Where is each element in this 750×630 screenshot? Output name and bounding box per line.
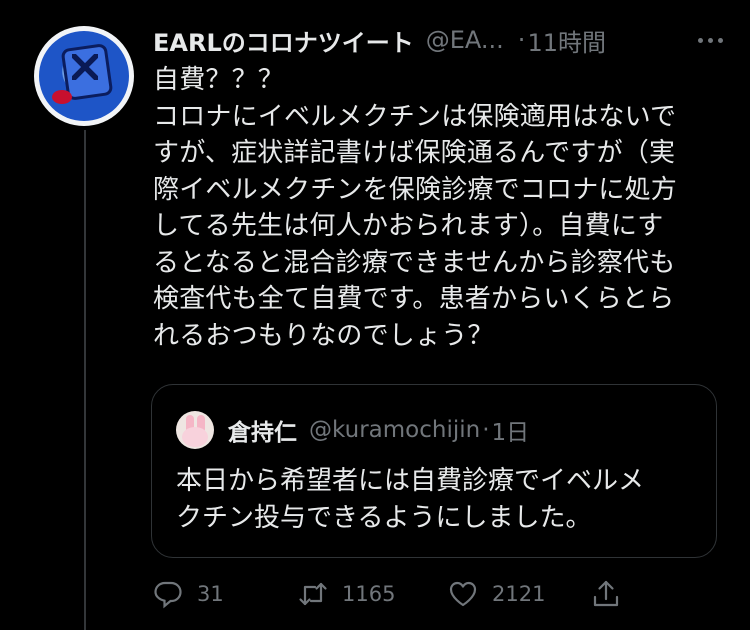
like-button[interactable]: 2121: [448, 574, 545, 614]
tweet-text: 自費？？？ コロナにイベルメクチンは保険適用はないで すが、症状詳記書けば保険通…: [153, 62, 733, 354]
quoted-text-line: 本日から希望者には自費診療でイベルメ: [176, 466, 645, 496]
tweet-text-line: れるおつもりなのでしょう？: [153, 320, 494, 351]
more-dots-icon[interactable]: [690, 26, 730, 54]
separator-dot: ·: [517, 26, 526, 54]
author-avatar[interactable]: [34, 26, 134, 126]
quoted-separator: ·: [482, 417, 490, 443]
retweet-icon: [299, 582, 327, 606]
tweet-text-line: してる先生は何人かおられます）。自費にす: [153, 211, 664, 241]
retweet-button[interactable]: 1165: [298, 574, 395, 614]
share-icon: [593, 580, 619, 607]
quoted-tweet[interactable]: 倉持仁 @kuramochijin · 1日 本日から希望者には自費診療でイベル…: [151, 384, 717, 558]
tweet-text-line: るとなると混合診療できませんから診察代も: [153, 247, 676, 278]
like-icon: [449, 581, 477, 607]
tweet-text-line: すが、症状詳記書けば保険通るんですが（実: [153, 138, 676, 168]
quoted-time: 1日: [491, 420, 530, 446]
like-count: 2121: [492, 582, 546, 606]
tweet-header: EARLのコロナツイート @EA... · 11時間: [153, 20, 730, 60]
avatar-red-mark: [52, 90, 72, 104]
quoted-header: 倉持仁 @kuramochijin · 1日: [176, 411, 529, 449]
quoted-handle: @kuramochijin: [309, 417, 481, 443]
tweet-time[interactable]: 11時間: [527, 23, 606, 58]
quoted-text: 本日から希望者には自費診療でイベルメ クチン投与できるようにしました。: [176, 463, 696, 537]
thread-line: [84, 130, 86, 630]
quoted-text-line: クチン投与できるようにしました。: [176, 503, 592, 533]
author-handle[interactable]: @EA...: [426, 26, 504, 54]
tweet-text-line: 際イベルメクチンを保険診療でコロナに処方: [153, 174, 678, 205]
quoted-author-name: 倉持仁: [228, 420, 297, 446]
reply-count: 31: [197, 582, 224, 606]
action-bar: 31 1165 2121: [153, 574, 673, 614]
author-name[interactable]: EARLのコロナツイート: [153, 23, 414, 58]
reply-button[interactable]: 31: [153, 574, 224, 614]
share-button[interactable]: [591, 574, 621, 614]
reply-icon: [154, 581, 182, 609]
quoted-avatar: [176, 411, 214, 449]
tweet-text-line: 自費？？？: [153, 65, 285, 95]
retweet-count: 1165: [342, 582, 396, 606]
tweet-text-line: 検査代も全て自費です。患者からいくらとら: [153, 284, 675, 314]
avatar-cross: [72, 54, 98, 80]
tweet-text-line: コロナにイベルメクチンは保険適用はないで: [153, 101, 677, 132]
